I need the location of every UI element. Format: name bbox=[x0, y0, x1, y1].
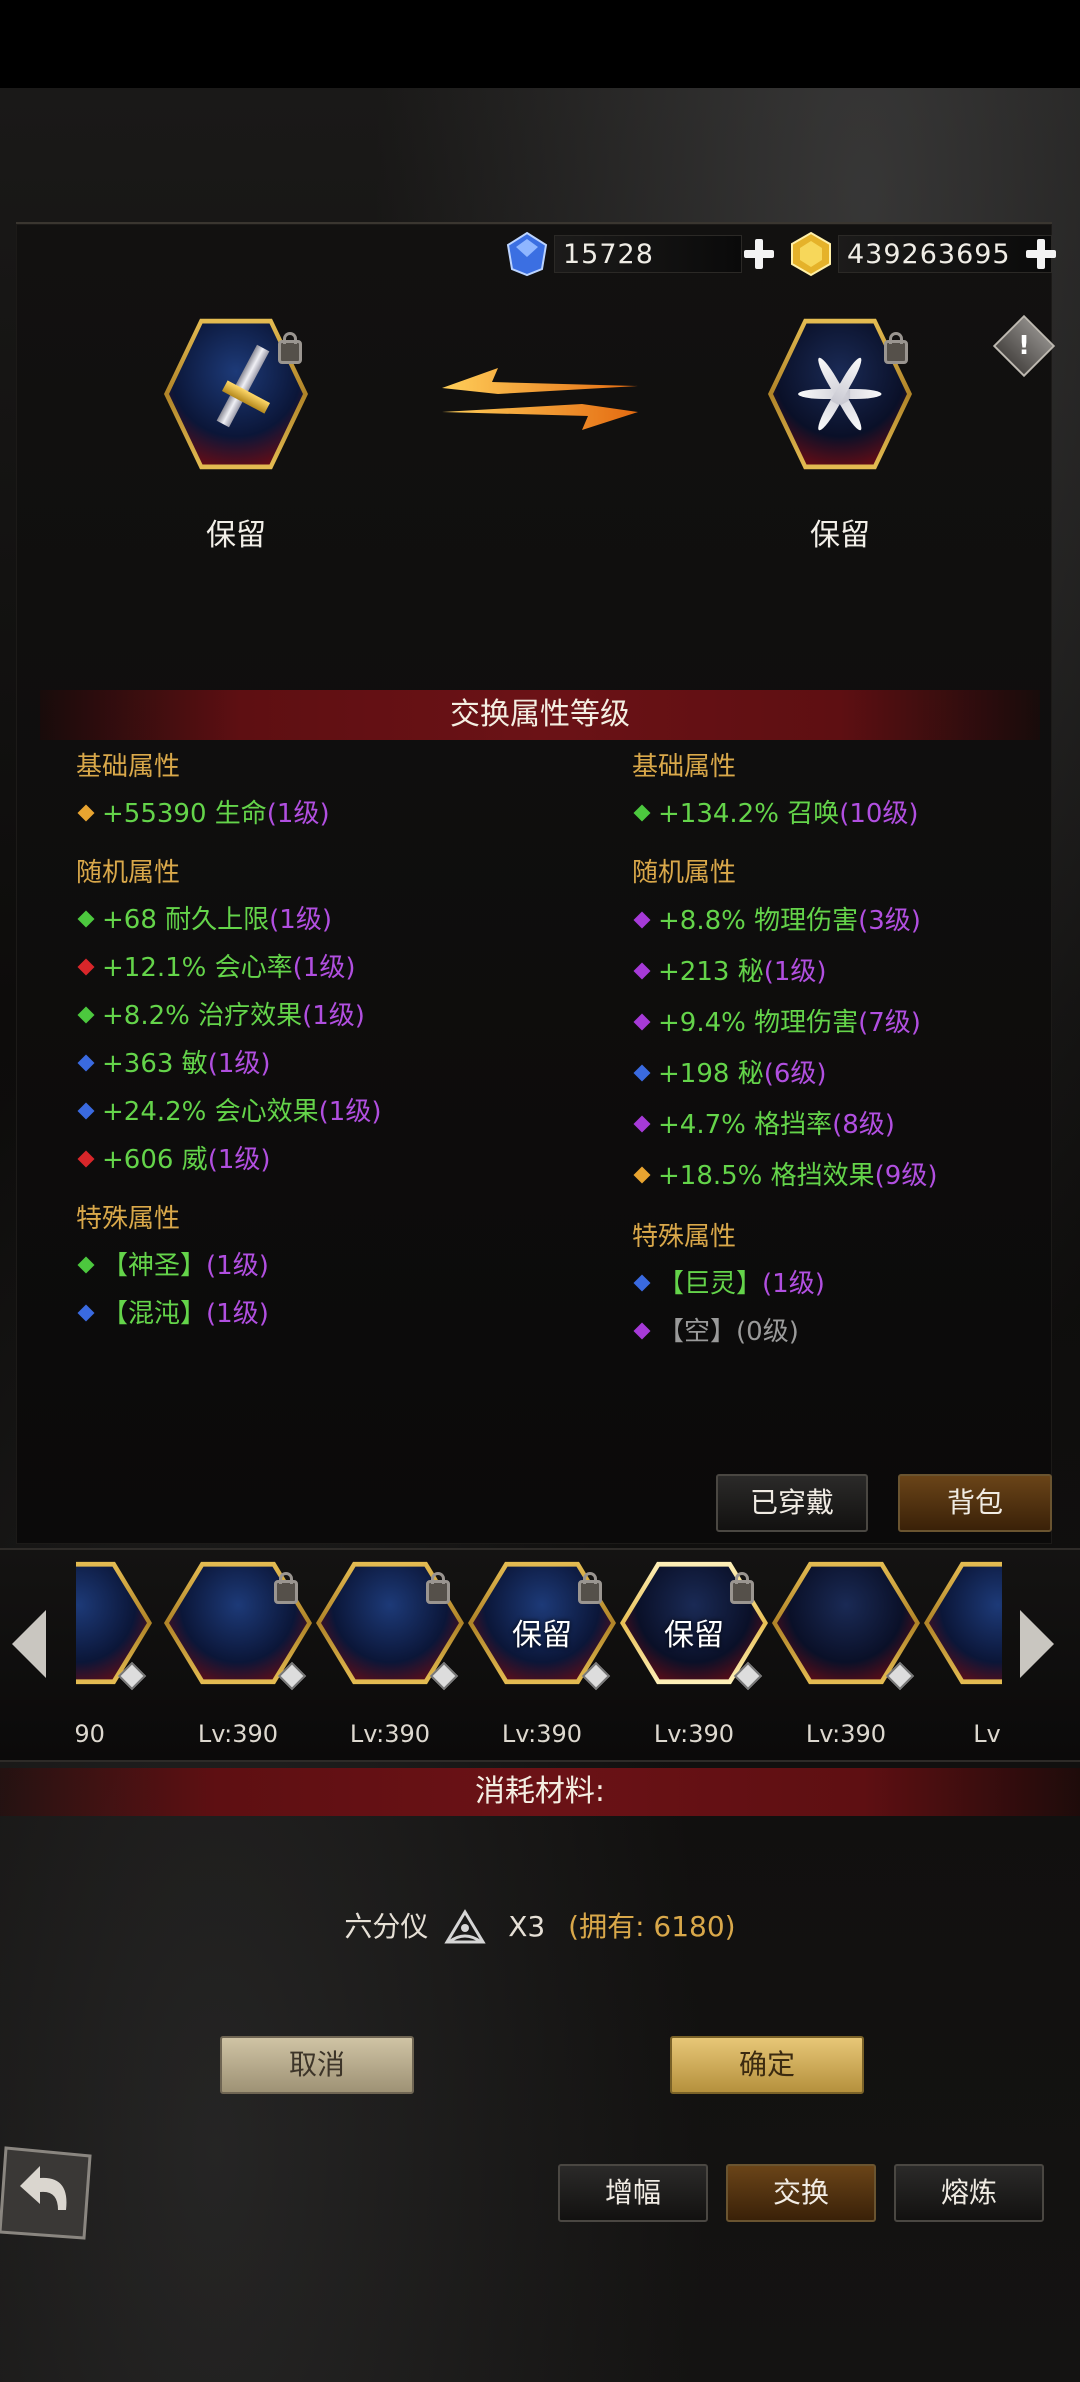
left-item-slot[interactable] bbox=[164, 314, 308, 474]
material-row: 六分仪 X3 (拥有: 6180) bbox=[0, 1905, 1080, 1948]
status-bar bbox=[0, 0, 1080, 88]
item-slot[interactable]: Lv:3 bbox=[924, 1558, 1002, 1748]
lock-icon bbox=[884, 332, 908, 364]
attr-row: +4.7% 格挡率(8级) bbox=[632, 1100, 938, 1151]
attr-row: +213 秘(1级) bbox=[632, 947, 938, 998]
attr-row: 【神圣】(1级) bbox=[76, 1242, 382, 1290]
tab-smelt[interactable]: 熔炼 bbox=[894, 2164, 1044, 2222]
gold-coin-icon bbox=[788, 231, 834, 277]
cost-banner: 消耗材料: bbox=[0, 1768, 1080, 1816]
base-attr-title: 基础属性 bbox=[632, 752, 737, 782]
equipped-tab-button[interactable]: 已穿戴 bbox=[716, 1474, 868, 1532]
item-slot[interactable]: Lv:390 bbox=[164, 1558, 312, 1748]
left-item-label: 保留 bbox=[206, 518, 266, 553]
material-owned: (拥有: 6180) bbox=[568, 1910, 736, 1943]
lock-icon bbox=[426, 1572, 450, 1604]
base-attr-title: 基础属性 bbox=[76, 752, 181, 782]
lock-icon bbox=[278, 332, 302, 364]
blue-gem-icon bbox=[504, 231, 550, 277]
confirm-button[interactable]: 确定 bbox=[670, 2036, 864, 2094]
lock-icon bbox=[578, 1572, 602, 1604]
gold-count: 439263695 bbox=[838, 235, 1052, 273]
exclamation-icon: ! bbox=[1018, 331, 1030, 361]
special-attr-title: 特殊属性 bbox=[632, 1222, 737, 1252]
add-gems-button[interactable] bbox=[742, 237, 776, 271]
gold-currency: 439263695 bbox=[788, 231, 1052, 277]
cancel-button[interactable]: 取消 bbox=[220, 2036, 414, 2094]
attr-row: +134.2% 召唤(10级) bbox=[632, 790, 938, 838]
attr-row: +55390 生命(1级) bbox=[76, 790, 382, 838]
gem-currency: 15728 bbox=[504, 231, 742, 277]
random-attr-title: 随机属性 bbox=[76, 858, 181, 888]
right-item-label: 保留 bbox=[810, 518, 870, 553]
exchange-attributes-banner: 交换属性等级 bbox=[40, 690, 1040, 740]
material-name: 六分仪 bbox=[344, 1910, 429, 1943]
special-attr-title: 特殊属性 bbox=[76, 1204, 181, 1234]
attr-row-empty: 【空】(0级) bbox=[632, 1308, 938, 1356]
attr-row: +24.2% 会心效果(1级) bbox=[76, 1088, 382, 1136]
right-item-slot[interactable] bbox=[768, 314, 912, 474]
attr-row: +18.5% 格挡效果(9级) bbox=[632, 1151, 938, 1202]
right-attributes: 基础属性 +134.2% 召唤(10级) 随机属性 +8.8% 物理伤害(3级)… bbox=[632, 744, 938, 1356]
attr-row: +606 威(1级) bbox=[76, 1136, 382, 1184]
attr-row: 【混沌】(1级) bbox=[76, 1290, 382, 1338]
scroll-left-button[interactable] bbox=[12, 1604, 60, 1684]
item-slot[interactable]: :390 bbox=[76, 1558, 152, 1748]
tab-exchange[interactable]: 交换 bbox=[726, 2164, 876, 2222]
tab-amplify[interactable]: 增幅 bbox=[558, 2164, 708, 2222]
back-button[interactable] bbox=[0, 2140, 96, 2244]
attr-row: +198 秘(6级) bbox=[632, 1049, 938, 1100]
attr-row: +363 敏(1级) bbox=[76, 1040, 382, 1088]
item-slot[interactable]: Lv:390 bbox=[772, 1558, 920, 1748]
material-quantity: X3 bbox=[508, 1910, 546, 1943]
random-attr-title: 随机属性 bbox=[632, 858, 737, 888]
scroll-right-button[interactable] bbox=[1020, 1604, 1068, 1684]
attr-row: 【巨灵】(1级) bbox=[632, 1260, 938, 1308]
sextant-icon bbox=[444, 1909, 486, 1944]
gem-count: 15728 bbox=[554, 235, 742, 273]
add-gold-button[interactable] bbox=[1024, 237, 1058, 271]
attr-row: +12.1% 会心率(1级) bbox=[76, 944, 382, 992]
chevron-left-icon bbox=[12, 1610, 46, 1678]
attr-row: +8.8% 物理伤害(3级) bbox=[632, 896, 938, 947]
item-slot[interactable]: 保留 Lv:390 bbox=[468, 1558, 616, 1748]
attr-row: +8.2% 治疗效果(1级) bbox=[76, 992, 382, 1040]
attr-row: +9.4% 物理伤害(7级) bbox=[632, 998, 938, 1049]
lock-icon bbox=[274, 1572, 298, 1604]
blades-icon bbox=[794, 343, 886, 445]
chevron-right-icon bbox=[1020, 1610, 1054, 1678]
lock-icon bbox=[730, 1572, 754, 1604]
item-strip-viewport: :390 Lv:390 Lv:390 保留 Lv:390 保留 Lv:390 L… bbox=[76, 1552, 1002, 1752]
swap-arrows-icon bbox=[442, 368, 638, 430]
item-slot-selected[interactable]: 保留 Lv:390 bbox=[620, 1558, 768, 1748]
attr-row: +68 耐久上限(1级) bbox=[76, 896, 382, 944]
bag-tab-button[interactable]: 背包 bbox=[898, 1474, 1052, 1532]
left-attributes: 基础属性 +55390 生命(1级) 随机属性 +68 耐久上限(1级) +12… bbox=[76, 744, 382, 1338]
item-slot[interactable]: Lv:390 bbox=[316, 1558, 464, 1748]
